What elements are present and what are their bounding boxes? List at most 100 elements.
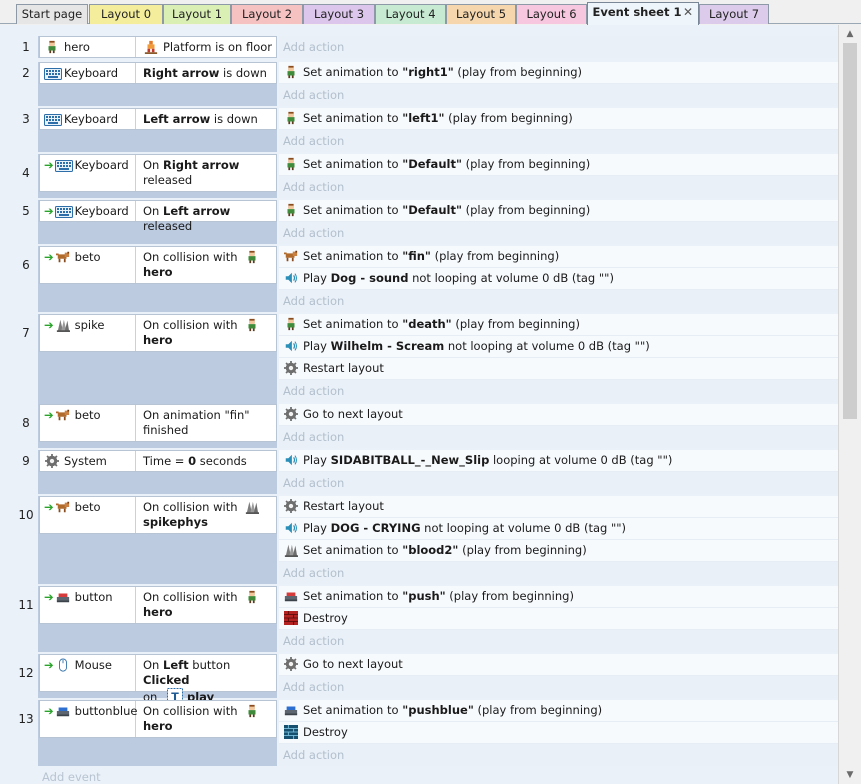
add-action-link[interactable]: Add action (279, 472, 838, 494)
add-action-link[interactable]: Add action (279, 290, 838, 312)
text-fragment: Go to next layout (303, 657, 403, 671)
action-row[interactable]: Set animation to "pushblue" (play from b… (279, 700, 838, 722)
tab-layout-3[interactable]: Layout 3 (303, 4, 375, 24)
event-row[interactable]: 9 System Time = 0 seconds Play SIDABITBALL_… (16, 450, 838, 494)
action-row[interactable]: Set animation to "death" (play from begi… (279, 314, 838, 336)
text-fragment: hero (143, 265, 173, 279)
event-sheet[interactable]: Add event 1 hero Platform is on floor Add a… (0, 25, 838, 784)
blue-brick-icon (283, 725, 299, 739)
event-row[interactable]: 4 ➔ Keyboard On Right arrow released Set anim… (16, 154, 838, 198)
add-action-link[interactable]: Add action (279, 130, 838, 152)
event-row[interactable]: 12 ➔ Mouse On Left button Clicked on Tplay Go… (16, 654, 838, 704)
condition-object: hero (40, 37, 136, 57)
action-list: Go to next layout Add action (279, 654, 838, 698)
dog-icon (55, 500, 71, 514)
scroll-up-arrow-icon[interactable]: ▲ (844, 28, 856, 40)
action-row[interactable]: Play Dog - sound not looping at volume 0… (279, 268, 838, 290)
event-row[interactable]: 6 ➔ beto On collision with hero Set animation… (16, 246, 838, 312)
event-row[interactable]: 2 Keyboard Right arrow is down Set animatio… (16, 62, 838, 106)
action-row[interactable]: Play Wilhelm - Scream not looping at vol… (279, 336, 838, 358)
condition-block[interactable]: ➔ beto On collision with spikephys (39, 496, 277, 534)
tab-label: Layout 0 (100, 7, 152, 21)
event-row[interactable]: 10 ➔ beto On collision with spikephys Restart… (16, 496, 838, 584)
action-row[interactable]: Restart layout (279, 358, 838, 380)
action-row[interactable]: Play SIDABITBALL_-_New_Slip looping at v… (279, 450, 838, 472)
action-row[interactable]: Go to next layout (279, 404, 838, 426)
text-fragment: Set animation to (303, 317, 403, 331)
tab-label: Layout 5 (455, 7, 507, 21)
event-row[interactable]: 5 ➔ Keyboard On Left arrow released Set anim… (16, 200, 838, 244)
tab-layout-7[interactable]: Layout 7 (699, 4, 769, 24)
event-row[interactable]: 13 ➔ buttonblue On collision with hero Set an… (16, 700, 838, 766)
tab-start-page[interactable]: Start page (16, 4, 88, 24)
close-tab-icon[interactable]: ✕ (683, 3, 693, 21)
add-action-link[interactable]: Add action (279, 380, 838, 402)
action-row[interactable]: Restart layout (279, 496, 838, 518)
action-row[interactable]: Set animation to "blood2" (play from beg… (279, 540, 838, 562)
condition-block[interactable]: Keyboard Right arrow is down (39, 62, 277, 84)
vertical-scrollbar[interactable]: ▲ ▼ (838, 25, 861, 784)
condition-block[interactable]: ➔ spike On collision with hero (39, 314, 277, 352)
condition-line: Platform is on floor (143, 40, 277, 55)
action-row[interactable]: Destroy (279, 608, 838, 630)
dog-icon (283, 249, 299, 263)
add-action-link[interactable]: Add action (279, 36, 838, 58)
action-list: Set animation to "pushblue" (play from b… (279, 700, 838, 766)
condition-block[interactable]: ➔ button On collision with hero (39, 586, 277, 624)
condition-block[interactable]: hero Platform is on floor (39, 36, 277, 58)
add-action-link[interactable]: Add action (279, 176, 838, 198)
condition-block[interactable]: ➔ buttonblue On collision with hero (39, 700, 277, 738)
action-row[interactable]: Set animation to "left1" (play from begi… (279, 108, 838, 130)
text-fragment: Set animation to (303, 543, 403, 557)
condition-block[interactable]: ➔ Mouse On Left button Clicked on Tplay (39, 654, 277, 704)
add-action-link[interactable]: Add action (279, 562, 838, 584)
condition-block[interactable]: ➔ beto On animation "fin" finished (39, 404, 277, 442)
tab-layout-4[interactable]: Layout 4 (375, 4, 446, 24)
condition-block[interactable]: Keyboard Left arrow is down (39, 108, 277, 130)
add-action-link[interactable]: Add action (279, 744, 838, 766)
action-list: Set animation to "Default" (play from be… (279, 154, 838, 198)
action-row[interactable]: Set animation to "fin" (play from beginn… (279, 246, 838, 268)
action-row[interactable]: Play DOG - CRYING not looping at volume … (279, 518, 838, 540)
scroll-down-arrow-icon[interactable]: ▼ (844, 769, 856, 781)
condition-block[interactable]: System Time = 0 seconds (39, 450, 277, 472)
condition-block[interactable]: ➔ Keyboard On Right arrow released (39, 154, 277, 192)
condition-block[interactable]: ➔ Keyboard On Left arrow released (39, 200, 277, 233)
trigger-arrow-icon: ➔ (44, 204, 54, 218)
tab-layout-2[interactable]: Layout 2 (231, 4, 303, 24)
add-action-link[interactable]: Add action (279, 84, 838, 106)
add-action-link[interactable]: Add action (279, 630, 838, 652)
keyboard-icon (44, 68, 62, 82)
action-row[interactable]: Set animation to "Default" (play from be… (279, 154, 838, 176)
tab-event-sheet-1[interactable]: Event sheet 1 ✕ (587, 2, 699, 25)
event-row[interactable]: 3 Keyboard Left arrow is down Set animation… (16, 108, 838, 152)
action-row[interactable]: Set animation to "Default" (play from be… (279, 200, 838, 222)
tab-layout-0[interactable]: Layout 0 (89, 4, 163, 24)
object-name: hero (64, 40, 90, 54)
condition-object: ➔ Mouse (40, 655, 136, 691)
event-row[interactable]: 8 ➔ beto On animation "fin" finished Go to ne… (16, 404, 838, 448)
tab-layout-5[interactable]: Layout 5 (446, 4, 516, 24)
action-row[interactable]: Set animation to "push" (play from begin… (279, 586, 838, 608)
action-row[interactable]: Set animation to "right1" (play from beg… (279, 62, 838, 84)
gear-icon (283, 657, 299, 671)
text-fragment: Dog - sound (330, 271, 409, 285)
object-name: button (74, 590, 113, 604)
text-fragment: finished (143, 423, 189, 437)
gear-icon (44, 454, 60, 468)
add-action-link[interactable]: Add action (279, 426, 838, 448)
gear-icon (283, 361, 299, 375)
add-action-link[interactable]: Add action (279, 676, 838, 698)
tab-layout-6[interactable]: Layout 6 (516, 4, 587, 24)
event-row[interactable]: 1 hero Platform is on floor Add action (16, 36, 838, 58)
tab-layout-1[interactable]: Layout 1 (163, 4, 231, 24)
scroll-thumb[interactable] (843, 43, 857, 419)
add-action-link[interactable]: Add action (279, 222, 838, 244)
condition-block[interactable]: ➔ beto On collision with hero (39, 246, 277, 284)
action-row[interactable]: Go to next layout (279, 654, 838, 676)
event-row[interactable]: 11 ➔ button On collision with hero Set animat… (16, 586, 838, 652)
trigger-arrow-icon: ➔ (44, 500, 54, 514)
text-fragment: (play from beginning) (473, 703, 603, 717)
add-event-link[interactable]: Add event (42, 770, 101, 784)
action-row[interactable]: Destroy (279, 722, 838, 744)
